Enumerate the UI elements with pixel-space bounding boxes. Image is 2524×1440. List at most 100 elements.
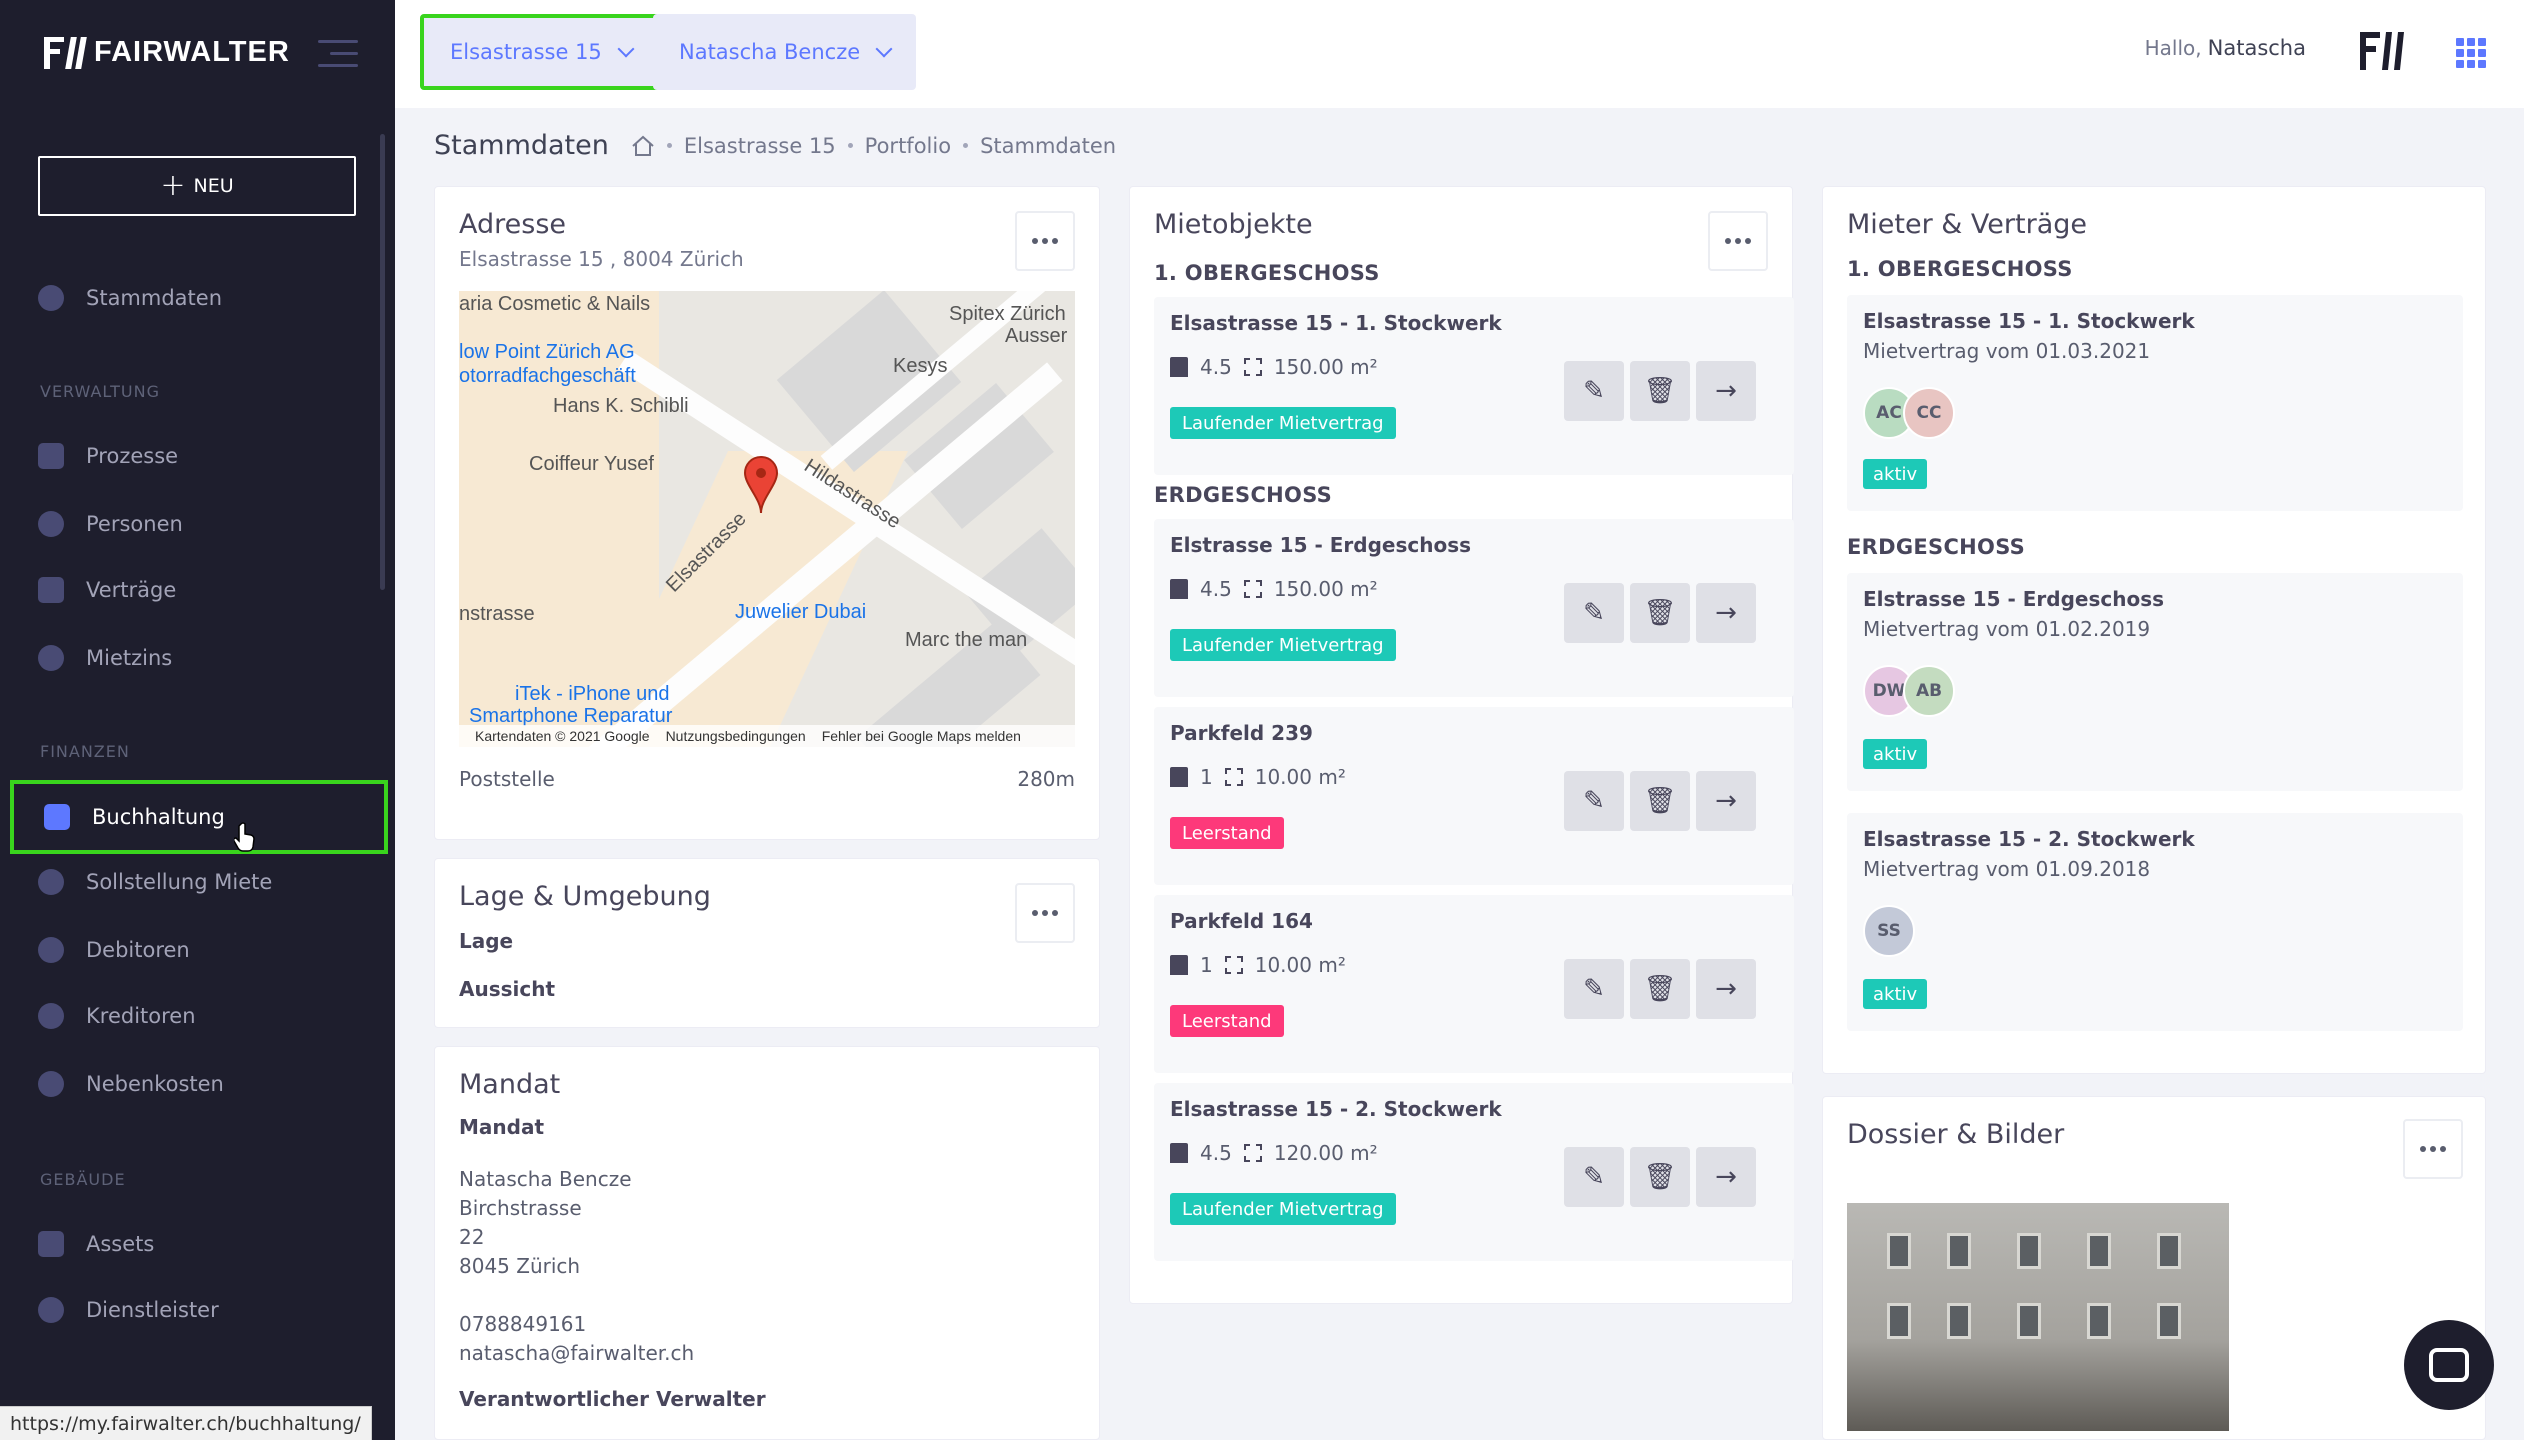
brand-logo[interactable]: FAIRWALTER [44,36,290,69]
trash-icon[interactable]: 🗑 [1630,959,1690,1019]
sidebar-item-prozesse[interactable]: Prozesse [38,434,368,478]
tenant-avatars: SS [1863,905,1915,957]
breadcrumb-item[interactable]: Portfolio [865,134,951,158]
unit-item[interactable]: Elstrasse 15 - Erdgeschoss 4.5 150.00 m²… [1154,519,1794,697]
chat-icon [2429,1348,2469,1382]
edit-icon[interactable]: ✎ [1564,1147,1624,1207]
user-name: Natascha [2207,36,2306,60]
process-icon [38,443,64,469]
building-photo[interactable] [1847,1203,2229,1431]
menu-toggle-icon[interactable] [318,40,358,68]
mandat-email[interactable]: natascha@fairwalter.ch [459,1339,694,1368]
owner-select[interactable]: Natascha Bencze [653,14,917,90]
edit-icon[interactable]: ✎ [1564,771,1624,831]
avatar[interactable]: SS [1863,905,1915,957]
user-avatar-logo-icon[interactable] [2358,28,2406,74]
unit-item[interactable]: Parkfeld 239 1 10.00 m² Leerstand ✎ 🗑 → [1154,707,1794,885]
arrow-right-icon[interactable]: → [1696,959,1756,1019]
sidebar-item-personen[interactable]: Personen [38,502,368,546]
unit-title: Elsastrasse 15 - 1. Stockwerk [1170,311,1502,335]
map-label: Ausser [1005,325,1068,347]
card-title: Lage & Umgebung [459,881,711,912]
unit-area: 120.00 m² [1273,1141,1378,1165]
apps-grid-icon[interactable] [2456,38,2486,68]
map-label: Juwelier Dubai [735,601,867,623]
trash-icon[interactable]: 🗑 [1630,771,1690,831]
sidebar-item-assets[interactable]: Assets [38,1222,368,1266]
status-badge: aktiv [1863,459,1928,489]
arrow-right-icon[interactable]: → [1696,1147,1756,1207]
more-options-button[interactable] [1708,211,1768,271]
unit-item[interactable]: Parkfeld 164 1 10.00 m² Leerstand ✎ 🗑 → [1154,895,1794,1073]
sidebar-item-mietzins[interactable]: Mietzins [38,636,368,680]
trash-icon[interactable]: 🗑 [1630,361,1690,421]
mandat-phone: 0788849161 [459,1312,587,1336]
contract-item[interactable]: Elsastrasse 15 - 1. Stockwerk Mietvertra… [1847,295,2463,511]
contract-item[interactable]: Elstrasse 15 - Erdgeschoss Mietvertrag v… [1847,573,2463,791]
chat-launcher-button[interactable] [2404,1320,2494,1410]
mandat-street: Birchstrasse [459,1196,582,1220]
sidebar-item-sollstellung-miete[interactable]: Sollstellung Miete [38,860,368,904]
verwalter-label: Verantwortlicher Verwalter [459,1387,766,1411]
sidebar-item-buchhaltung[interactable]: Buchhaltung [10,780,388,854]
breadcrumb-item[interactable]: Stammdaten [980,134,1116,158]
sidebar-item-label: Dienstleister [86,1298,219,1322]
status-badge: Laufender Mietvertrag [1170,1193,1396,1225]
edit-icon[interactable]: ✎ [1564,583,1624,643]
sidebar-scrollbar[interactable] [380,134,385,590]
map-terms-link[interactable]: Nutzungsbedingungen [666,728,806,744]
sidebar-item-dienstleister[interactable]: Dienstleister [38,1288,368,1332]
google-map[interactable]: aria Cosmetic & Nails low Point Zürich A… [459,291,1075,747]
map-report-link[interactable]: Fehler bei Google Maps melden [822,728,1021,744]
breadcrumb-item[interactable]: Elsastrasse 15 [684,134,836,158]
sidebar-item-label: Assets [86,1232,155,1256]
sidebar-item-debitoren[interactable]: Debitoren [38,928,368,972]
map-marker-icon[interactable] [743,455,779,515]
map-label: Marc the man [905,629,1028,651]
unit-item[interactable]: Elsastrasse 15 - 1. Stockwerk 4.5 150.00… [1154,297,1794,475]
unit-title: Elstrasse 15 - Erdgeschoss [1170,533,1472,557]
new-button[interactable]: + NEU [38,156,356,216]
edit-icon[interactable]: ✎ [1564,361,1624,421]
more-options-button[interactable] [1015,883,1075,943]
area-icon [1224,768,1243,786]
unit-item[interactable]: Elsastrasse 15 - 2. Stockwerk 4.5 120.00… [1154,1083,1794,1261]
unit-rooms: 1 [1200,953,1213,977]
unit-meta: 1 10.00 m² [1170,765,1346,789]
arrow-right-icon[interactable]: → [1696,583,1756,643]
sidebar-item-kreditoren[interactable]: Kreditoren [38,994,368,1038]
trash-icon[interactable]: 🗑 [1630,583,1690,643]
unit-rooms: 4.5 [1200,577,1232,601]
home-icon[interactable] [631,135,655,157]
door-icon [1170,357,1188,377]
map-label: otorradfachgeschäft [459,365,636,387]
arrow-right-icon[interactable]: → [1696,361,1756,421]
property-select[interactable]: Elsastrasse 15 [420,14,662,90]
unit-meta: 1 10.00 m² [1170,953,1346,977]
user-greeting[interactable]: Hallo, Natascha [2145,36,2306,60]
sidebar-item-stammdaten[interactable]: Stammdaten [38,276,368,320]
avatar[interactable]: CC [1903,387,1955,439]
edit-icon[interactable]: ✎ [1564,959,1624,1019]
sidebar-item-vertraege[interactable]: Verträge [38,568,368,612]
area-icon [1243,580,1262,598]
arrow-right-icon[interactable]: → [1696,771,1756,831]
sidebar-item-label: Verträge [86,578,177,602]
more-options-button[interactable] [1015,211,1075,271]
greeting-text: Hallo, [2144,36,2202,60]
floor-heading: 1. OBERGESCHOSS [1847,257,2073,281]
avatar[interactable]: AB [1903,665,1955,717]
status-badge: Leerstand [1170,817,1284,849]
contract-sub: Mietvertrag vom 01.03.2021 [1863,339,2151,363]
mandat-contact: Natascha Bencze Birchstrasse 22 8045 Zür… [459,1165,694,1368]
status-badge: aktiv [1863,979,1928,1009]
contract-sub: Mietvertrag vom 01.02.2019 [1863,617,2151,641]
contract-item[interactable]: Elsastrasse 15 - 2. Stockwerk Mietvertra… [1847,813,2463,1031]
trash-icon[interactable]: 🗑 [1630,1147,1690,1207]
sidebar-item-nebenkosten[interactable]: Nebenkosten [38,1062,368,1106]
unit-area: 10.00 m² [1254,765,1346,789]
more-options-button[interactable] [2403,1119,2463,1179]
accounting-icon [44,804,70,830]
sidebar-item-label: Kreditoren [86,1004,196,1028]
unit-meta: 4.5 150.00 m² [1170,355,1378,379]
